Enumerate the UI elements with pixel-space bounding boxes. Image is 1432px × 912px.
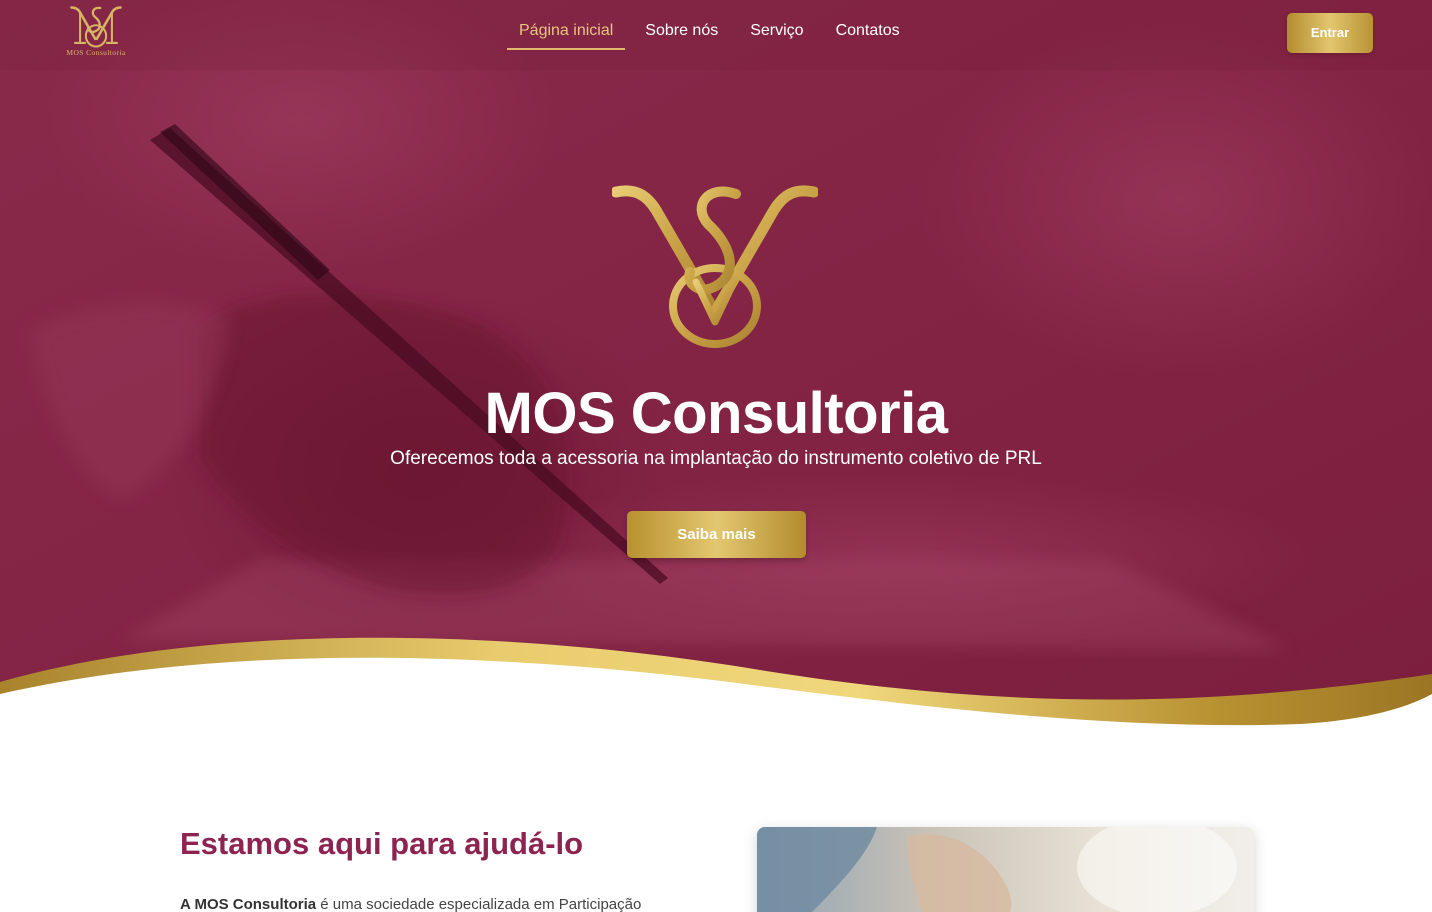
hero-section: MOS Consultoria Página inicial Sobre nós… [0, 0, 1432, 730]
about-photo-image [757, 827, 1254, 912]
about-photo [757, 827, 1254, 912]
nav-item-contacts[interactable]: Contatos [824, 14, 912, 50]
learn-more-button[interactable]: Saiba mais [627, 511, 806, 558]
nav-item-about[interactable]: Sobre nós [633, 14, 730, 50]
hero-subtitle: Oferecemos toda a acessoria na implantaç… [390, 448, 1042, 469]
nav-item-home[interactable]: Página inicial [507, 14, 626, 50]
brand-monogram-icon [70, 6, 122, 48]
main-menu: Página inicial Sobre nós Serviço Contato… [507, 14, 920, 50]
about-paragraph: A MOS Consultoria é uma sociedade especi… [180, 894, 680, 912]
login-button[interactable]: Entrar [1287, 13, 1373, 53]
top-navigation: MOS Consultoria Página inicial Sobre nós… [0, 0, 1432, 70]
hero-title: MOS Consultoria [484, 381, 948, 446]
about-text-bold: A MOS Consultoria [180, 896, 317, 912]
brand-logo-text: MOS Consultoria [66, 48, 126, 57]
about-text-rest: é uma sociedade especializada em Partici… [316, 896, 642, 912]
about-title: Estamos aqui para ajudá-lo [180, 826, 584, 861]
hero-background-image [0, 0, 1432, 730]
nav-item-service[interactable]: Serviço [738, 14, 815, 50]
hero-monogram-icon [612, 185, 818, 348]
brand-logo[interactable]: MOS Consultoria [60, 6, 132, 60]
